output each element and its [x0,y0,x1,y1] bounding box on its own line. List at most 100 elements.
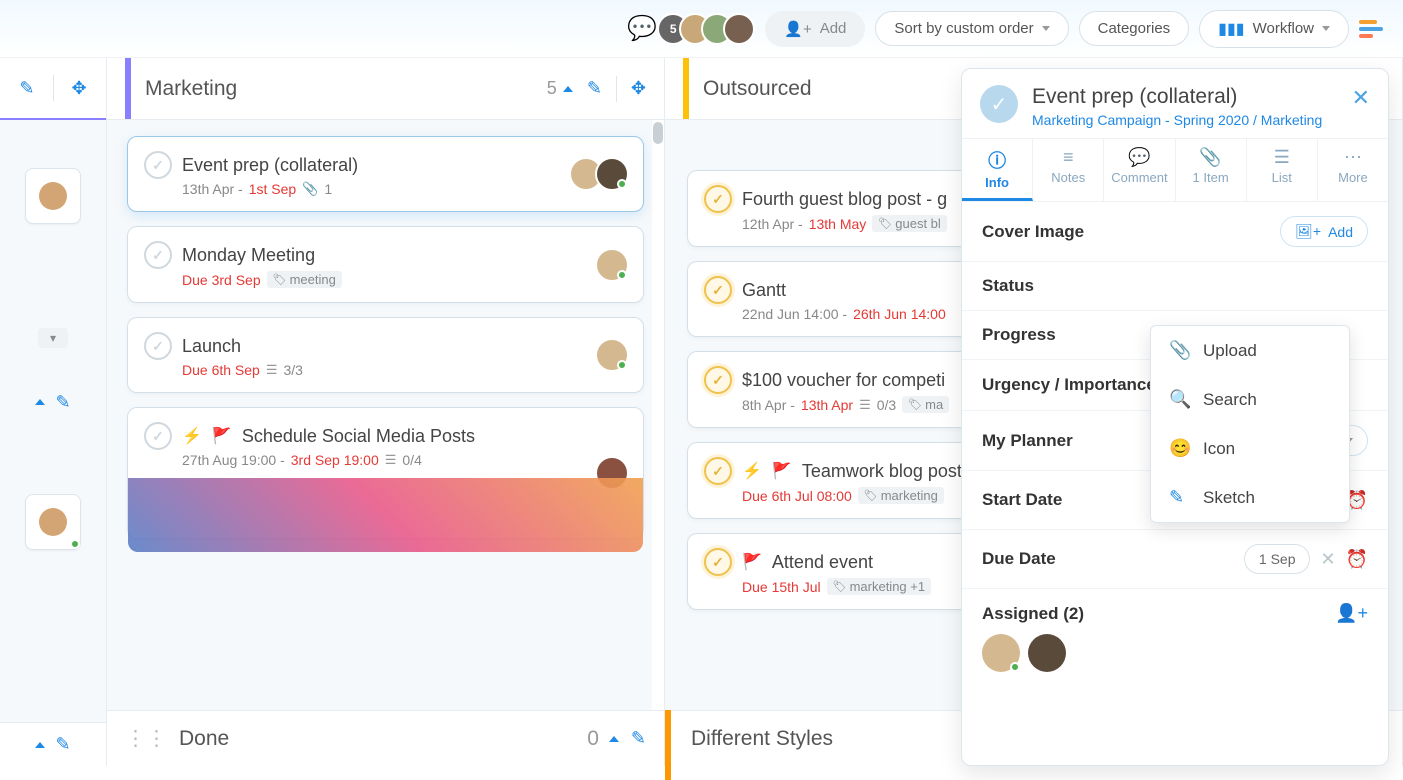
prop-due-date: Due Date 1 Sep ✕ ⏰ [962,530,1388,589]
sort-button[interactable]: Sort by custom order [875,11,1068,46]
avatar [595,248,629,282]
list-icon: ☰ [859,397,871,413]
avatar [39,508,67,536]
done-title: Done [179,727,229,751]
check-circle-icon[interactable] [704,276,732,304]
check-circle-icon[interactable] [704,185,732,213]
add-label: Add [820,20,847,37]
add-button[interactable]: 👤+ Add [765,11,865,47]
card-title: Fourth guest blog post - g [742,189,947,210]
dropdown-search[interactable]: 🔍 Search [1151,375,1349,424]
grip-icon[interactable]: ⋮⋮ [125,726,167,751]
check-circle-icon[interactable] [144,422,172,450]
task-card[interactable]: Launch Due 6th Sep ☰3/3 [127,317,644,393]
task-card[interactable]: ⚡ 🚩 Schedule Social Media Posts 27th Aug… [127,407,644,539]
card-title: Monday Meeting [182,245,315,266]
topbar: 💬 5 👤+ Add Sort by custom order Categori… [0,0,1403,58]
card-subtitle: 13th Apr - 1st Sep 📎1 [182,181,627,197]
pencil-icon[interactable]: ✎ [55,734,70,755]
done-section-header[interactable]: ⋮⋮ Done 0 ✎ [107,710,664,766]
pencil-icon[interactable]: ✎ [55,392,70,413]
chat-icon[interactable]: 💬 [627,14,657,43]
chevron-down-icon [1322,26,1330,31]
column-count: 5 [547,78,557,99]
due-date-button[interactable]: 1 Sep [1244,544,1311,574]
check-circle-icon[interactable] [144,332,172,360]
tab-info[interactable]: ⓘInfo [962,139,1033,201]
workflow-button[interactable]: ▮▮▮ Workflow [1199,10,1349,48]
check-circle-icon[interactable] [144,241,172,269]
check-circle-icon[interactable] [704,548,732,576]
panel-title: Event prep (collateral) [1032,85,1338,109]
workflow-icon: ▮▮▮ [1218,19,1244,39]
check-circle-icon[interactable] [704,457,732,485]
move-icon[interactable]: ✥ [72,78,87,99]
workflow-label: Workflow [1253,20,1314,37]
task-card[interactable]: Event prep (collateral) 13th Apr - 1st S… [127,136,644,212]
breadcrumb[interactable]: Marketing Campaign - Spring 2020 / Marke… [1032,112,1338,128]
avatar [723,13,755,45]
pencil-icon[interactable]: ✎ [631,728,646,749]
tab-notes[interactable]: ≡Notes [1033,139,1104,201]
search-icon: 🔍 [1169,389,1191,410]
avatar-stack[interactable]: 5 [667,13,755,45]
add-assignee-icon[interactable]: 👤+ [1335,603,1368,624]
tab-more[interactable]: ⋯More [1318,139,1388,201]
pencil-icon[interactable]: ✎ [587,78,602,99]
pencil-icon[interactable]: ✎ [19,78,34,99]
check-circle-icon[interactable]: ✓ [980,85,1018,123]
card-image [128,478,643,552]
panel-header: ✓ Event prep (collateral) Marketing Camp… [962,69,1388,138]
mini-tool-row: ✎ [35,380,70,424]
add-cover-button[interactable]: 🖼+ Add [1280,216,1368,247]
chevron-up-icon[interactable] [35,742,45,748]
move-icon[interactable]: ✥ [631,78,646,99]
card-subtitle: Due 3rd Sep meeting [182,271,627,288]
card-title: Gantt [742,280,786,301]
scrollbar[interactable] [652,120,664,710]
chevron-up-icon[interactable] [35,399,45,405]
mini-card[interactable] [25,168,81,224]
tab-list[interactable]: ☰List [1247,139,1318,201]
clear-icon[interactable]: ✕ [1320,549,1335,570]
avatar[interactable] [1028,634,1066,672]
dropdown-upload[interactable]: 📎 Upload [1151,326,1349,375]
dropdown-icon[interactable]: 😊 Icon [1151,424,1349,473]
list-icon: ☰ [385,452,397,468]
card-title: $100 voucher for competi [742,370,945,391]
prop-cover-image: Cover Image 🖼+ Add [962,202,1388,262]
column-tools: ✎ ✥ [563,76,646,102]
more-icon: ⋯ [1322,147,1384,168]
dropdown-sketch[interactable]: ✎ Sketch [1151,473,1349,522]
settings-icon[interactable] [1359,15,1387,43]
categories-button[interactable]: Categories [1079,11,1190,46]
avatar[interactable] [982,634,1020,672]
check-circle-icon[interactable] [144,151,172,179]
paperclip-icon: 📎 [1180,147,1242,168]
alarm-icon[interactable]: ⏰ [1346,549,1368,570]
tab-item[interactable]: 📎1 Item [1176,139,1247,201]
column-title: Marketing [145,77,547,101]
chevron-up-icon[interactable] [563,86,573,92]
card-title: Teamwork blog post [802,461,962,482]
collapse-icon[interactable]: ▾ [38,328,68,348]
tag: ma [902,396,949,413]
check-circle-icon[interactable] [704,366,732,394]
task-card[interactable]: Monday Meeting Due 3rd Sep meeting [127,226,644,303]
chevron-up-icon[interactable] [609,736,619,742]
emoji-icon: 😊 [1169,438,1191,459]
paperclip-icon: 📎 [1169,340,1191,361]
flag-icon: 🚩 [212,426,232,446]
mini-card[interactable] [25,494,81,550]
notes-icon: ≡ [1037,147,1099,168]
tab-comment[interactable]: 💬Comment [1104,139,1175,201]
avatar [595,157,629,191]
add-person-icon: 👤+ [784,20,811,38]
different-title: Different Styles [691,727,833,751]
card-avatars [603,338,629,372]
card-avatars [577,157,629,191]
categories-label: Categories [1098,20,1171,37]
prop-label: Status [982,276,1368,296]
prop-status[interactable]: Status [962,262,1388,311]
close-icon[interactable]: ✕ [1352,85,1370,128]
